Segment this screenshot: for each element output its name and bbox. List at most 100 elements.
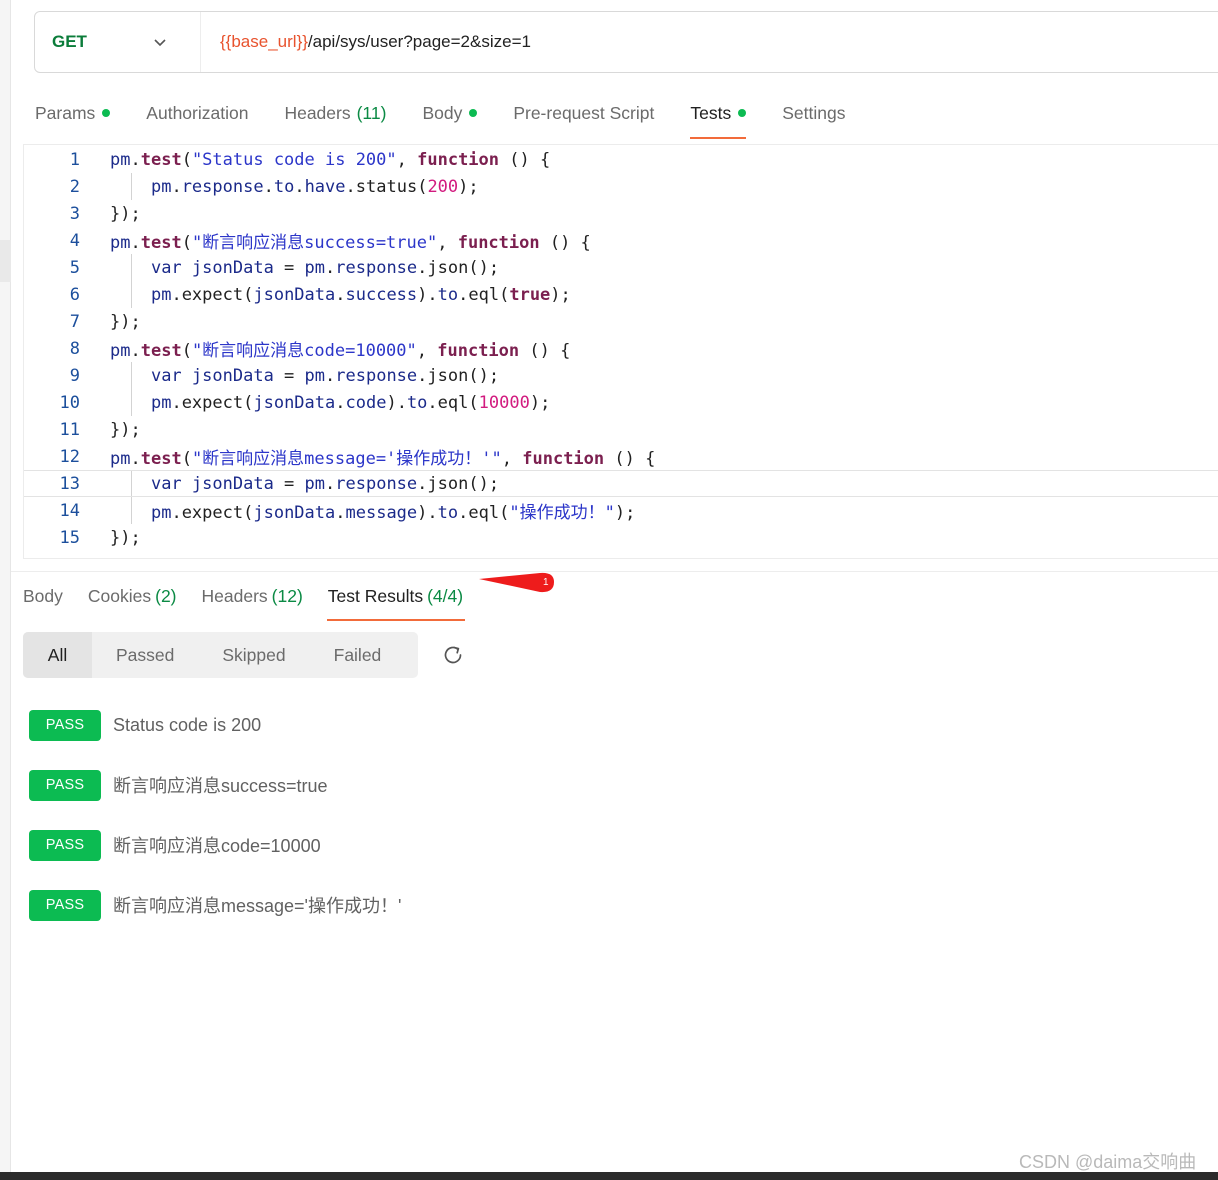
tab-headers[interactable]: Headers (11) [284, 97, 386, 129]
code-line-current: 13 var jsonData = pm.response.json(); [24, 470, 1218, 497]
code-line: 5 var jsonData = pm.response.json(); [24, 254, 1218, 281]
pass-badge: PASS [29, 769, 101, 801]
res-tab-test-results[interactable]: Test Results (4/4) [326, 585, 466, 621]
line-number: 9 [69, 365, 80, 386]
line-number: 1 [69, 149, 80, 170]
res-tab-body-label: Body [23, 585, 63, 606]
sidebar-marker [0, 240, 11, 282]
line-number: 15 [59, 527, 80, 548]
url-input[interactable]: {{base_url}}/api/sys/user?page=2&size=1 [201, 32, 531, 52]
tab-pre-request-label: Pre-request Script [513, 102, 655, 123]
cookies-count: (2) [155, 585, 177, 606]
line-number: 4 [69, 230, 80, 251]
line-number: 12 [59, 446, 80, 467]
test-result-name: 断言响应消息success=true [113, 776, 328, 796]
tab-params[interactable]: Params [35, 97, 111, 129]
test-results-count: (4/4) [427, 585, 464, 606]
line-number: 10 [59, 392, 80, 413]
code-line: 15 }); [24, 524, 1218, 551]
url-variable: {{base_url}} [220, 32, 308, 51]
tab-authorization[interactable]: Authorization [146, 97, 248, 129]
tab-settings[interactable]: Settings [782, 97, 845, 129]
request-tabs: Params Authorization Headers (11) Body Pr… [35, 92, 881, 139]
pass-badge: PASS [29, 709, 101, 741]
code-line: 11 }); [24, 416, 1218, 443]
tab-authorization-label: Authorization [146, 102, 249, 123]
result-filter-segmented-control: All Passed Skipped Failed [23, 632, 418, 678]
tab-body-label: Body [422, 102, 463, 123]
res-tab-headers[interactable]: Headers (12) [202, 586, 303, 607]
line-number: 5 [69, 257, 80, 278]
tab-pre-request-script[interactable]: Pre-request Script [513, 97, 654, 129]
tests-indicator-dot [738, 109, 747, 117]
filter-failed[interactable]: Failed [310, 632, 406, 678]
code-line: 8 pm.test("断言响应消息code=10000", function (… [24, 335, 1218, 362]
app-window: GET {{base_url}}/api/sys/user?page=2&siz… [0, 0, 1218, 1180]
code-text: var jsonData = pm.response.json(); [150, 257, 500, 278]
code-text: pm.test("断言响应消息code=10000", function () … [110, 341, 571, 361]
chevron-down-icon [154, 39, 166, 47]
tests-script-editor[interactable]: 1 pm.test("Status code is 200", function… [23, 144, 1218, 559]
code-line: 12 pm.test("断言响应消息message='操作成功！'", func… [24, 443, 1218, 470]
code-line: 4 pm.test("断言响应消息success=true", function… [24, 227, 1218, 254]
headers-count: (11) [356, 102, 387, 123]
line-number: 8 [69, 338, 80, 359]
tab-params-label: Params [35, 102, 96, 123]
code-text: pm.test("断言响应消息success=true", function (… [110, 233, 591, 253]
code-text: pm.response.to.have.status(200); [150, 176, 479, 197]
tab-body[interactable]: Body [422, 97, 478, 129]
watermark: CSDN @daima交响曲 [1019, 1152, 1197, 1172]
code-line: 9 var jsonData = pm.response.json(); [24, 362, 1218, 389]
res-tab-cookies[interactable]: Cookies (2) [88, 586, 177, 607]
code-line: 1 pm.test("Status code is 200", function… [24, 146, 1218, 173]
code-text: }); [110, 203, 141, 224]
code-text: }); [110, 419, 141, 440]
code-text: }); [110, 311, 141, 332]
tab-tests[interactable]: Tests [690, 97, 747, 139]
code-text: var jsonData = pm.response.json(); [150, 473, 500, 494]
annotation-number: 1 [543, 577, 549, 588]
tab-settings-label: Settings [782, 102, 846, 123]
filter-all[interactable]: All [23, 632, 92, 678]
tab-tests-label: Tests [690, 102, 732, 123]
test-result-row: PASS 断言响应消息code=10000 [29, 829, 321, 861]
left-sidebar-rail [0, 0, 11, 1172]
code-text: pm.expect(jsonData.success).to.eql(true)… [150, 284, 571, 305]
res-tab-headers-label: Headers [201, 585, 268, 606]
code-text: pm.test("断言响应消息message='操作成功！'", functio… [110, 449, 656, 469]
code-text: }); [110, 527, 141, 548]
annotation-arrow-marker: 1 [479, 572, 554, 593]
line-number: 2 [69, 176, 80, 197]
test-result-row: PASS 断言响应消息success=true [29, 769, 328, 801]
response-divider [11, 571, 1218, 572]
line-number: 13 [59, 473, 80, 494]
code-text: pm.expect(jsonData.code).to.eql(10000); [150, 392, 551, 413]
method-select[interactable]: GET [35, 12, 201, 72]
test-result-name: 断言响应消息code=10000 [113, 836, 321, 856]
res-tab-test-results-label: Test Results [327, 585, 424, 606]
body-indicator-dot [469, 109, 478, 117]
url-bar: GET {{base_url}}/api/sys/user?page=2&siz… [34, 11, 1218, 73]
code-line: 14 pm.expect(jsonData.message).to.eql("操… [24, 497, 1218, 524]
url-path: /api/sys/user?page=2&size=1 [307, 32, 531, 51]
filter-passed[interactable]: Passed [92, 632, 198, 678]
pass-badge: PASS [29, 889, 101, 921]
res-headers-count: (12) [271, 585, 303, 606]
method-label: GET [52, 32, 87, 51]
code-line: 6 pm.expect(jsonData.success).to.eql(tru… [24, 281, 1218, 308]
response-tabs: Body Cookies (2) Headers (12) Test Results… [23, 580, 488, 621]
line-number: 14 [59, 500, 80, 521]
line-number: 11 [59, 419, 80, 440]
line-number: 7 [69, 311, 80, 332]
code-text: pm.expect(jsonData.message).to.eql("操作成功… [150, 503, 636, 523]
filter-skipped[interactable]: Skipped [198, 632, 309, 678]
refresh-icon[interactable] [441, 643, 465, 667]
test-result-name: Status code is 200 [113, 714, 262, 735]
test-result-row: PASS 断言响应消息message='操作成功！' [29, 889, 401, 921]
pass-badge: PASS [29, 829, 101, 861]
code-line: 7 }); [24, 308, 1218, 335]
res-tab-cookies-label: Cookies [87, 585, 152, 606]
res-tab-body[interactable]: Body [23, 586, 63, 607]
code-text: var jsonData = pm.response.json(); [150, 365, 500, 386]
bottom-window-bar [0, 1172, 1218, 1180]
